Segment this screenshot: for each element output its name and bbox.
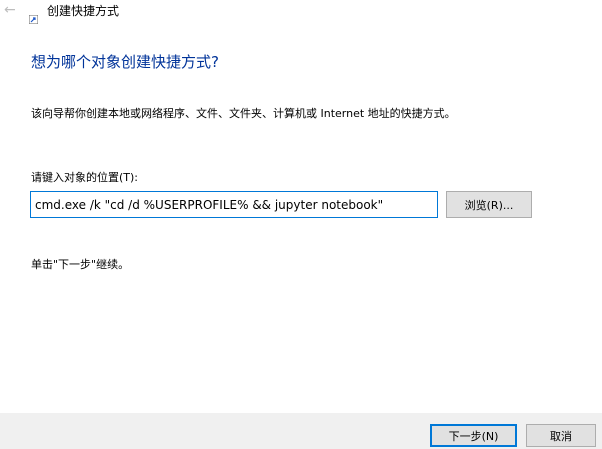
- location-label: 请键入对象的位置(T):: [31, 171, 139, 184]
- next-button[interactable]: 下一步(N): [430, 424, 517, 447]
- window-title: 创建快捷方式: [47, 4, 120, 18]
- title-bar: ← 创建快捷方式: [0, 0, 602, 26]
- wizard-description: 该向导帮你创建本地或网络程序、文件、文件夹、计算机或 Internet 地址的快…: [31, 107, 456, 120]
- location-input[interactable]: [30, 191, 438, 218]
- cancel-button[interactable]: 取消: [526, 424, 596, 447]
- browse-button[interactable]: 浏览(R)...: [446, 191, 532, 218]
- wizard-heading: 想为哪个对象创建快捷方式?: [31, 53, 219, 71]
- shortcut-icon: [28, 9, 39, 25]
- continue-instruction: 单击"下一步"继续。: [31, 258, 130, 271]
- back-arrow-icon[interactable]: ←: [4, 3, 16, 17]
